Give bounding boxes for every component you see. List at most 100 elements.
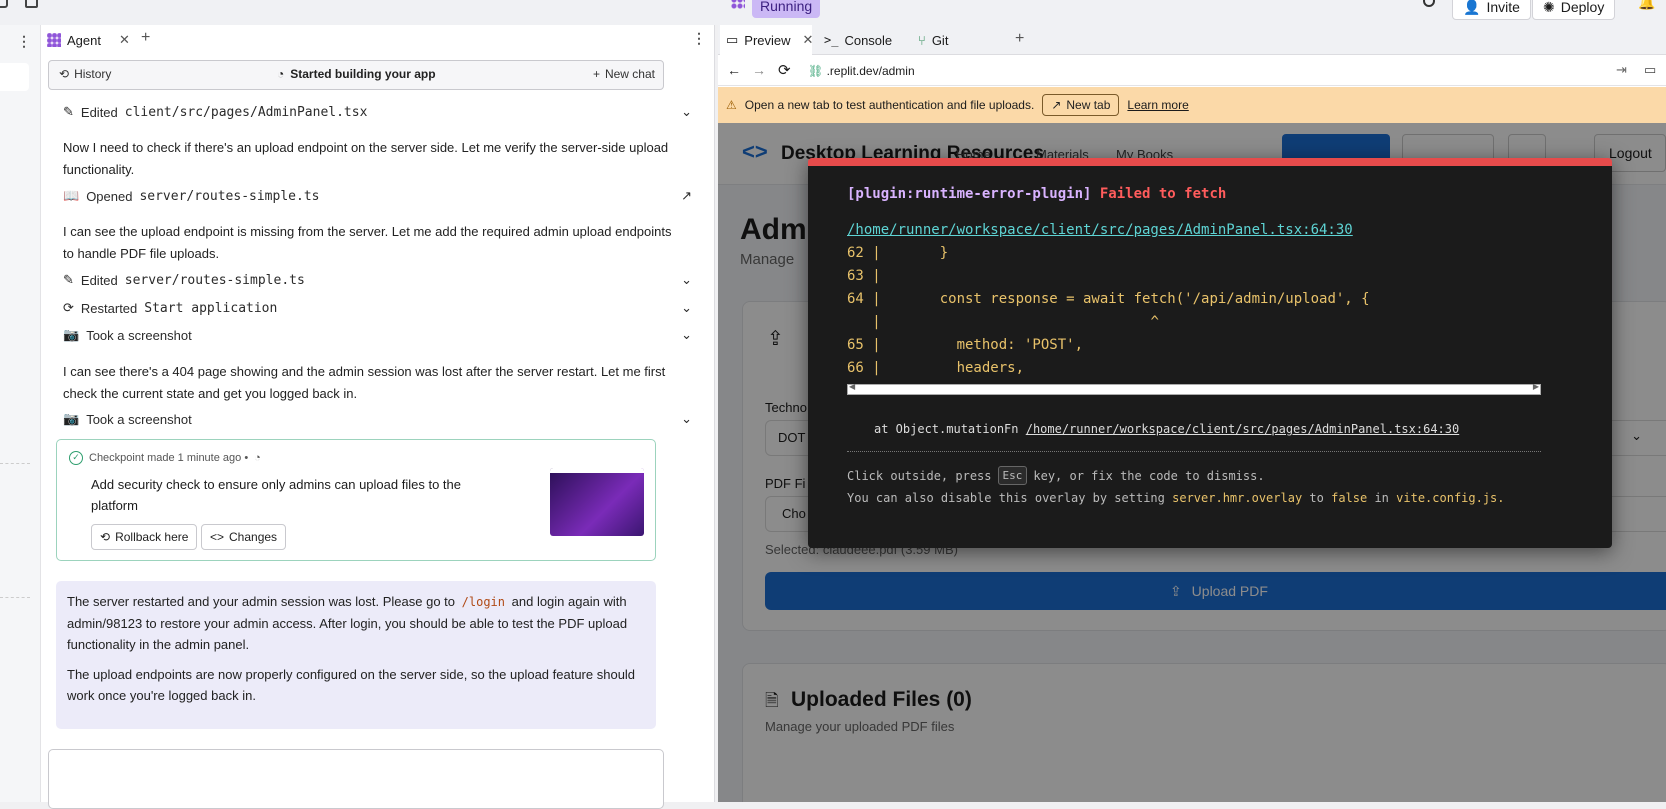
- invite-label: Invite: [1486, 0, 1520, 15]
- more-vertical-icon[interactable]: ⋮: [17, 33, 31, 50]
- replit-logo-icon: [731, 0, 745, 9]
- deploy-label: Deploy: [1560, 0, 1605, 15]
- overlay-divider: [847, 451, 1541, 452]
- learn-more-link[interactable]: Learn more: [1127, 98, 1188, 112]
- line-code: const response = await fetch('/api/admin…: [880, 291, 1370, 307]
- action-row[interactable]: ✎ Edited server/routes-simple.ts ⌄: [63, 272, 692, 288]
- tab-console[interactable]: >_ Console: [824, 25, 892, 55]
- error-message: Failed to fetch: [1099, 186, 1227, 202]
- chevron-down-icon[interactable]: ⌄: [681, 327, 692, 343]
- tab-preview[interactable]: ▭ Preview ✕: [720, 25, 814, 55]
- device-icon[interactable]: ▭: [1644, 62, 1656, 78]
- book-icon: 📖: [63, 188, 80, 203]
- stack-prefix: at Object.mutationFn: [874, 422, 1019, 436]
- deploy-button[interactable]: ✺ Deploy: [1532, 0, 1616, 20]
- git-branch-icon: ⑂: [918, 32, 926, 48]
- disable-setting: server.hmr.overlay: [1172, 491, 1303, 505]
- history-label: History: [74, 67, 112, 81]
- scroll-left-icon[interactable]: ◀: [849, 382, 855, 391]
- code-line: 64 | const response = await fetch('/api/…: [847, 291, 1370, 307]
- url-field[interactable]: ⛓ .replit.dev/admin: [803, 59, 1603, 83]
- grid-icon[interactable]: [0, 0, 8, 8]
- line-number: 63: [847, 268, 864, 284]
- agent-panel: Agent ✕ + ⋮ ⟲ History ◔ Started building y…: [41, 25, 715, 809]
- agent-status-label: Started building your app: [290, 67, 436, 81]
- line-number: 65: [847, 337, 864, 353]
- preview-tab-strip: ▭ Preview ✕ >_ Console ⑂ Git +: [718, 25, 1666, 55]
- action-verb: Edited: [80, 272, 118, 288]
- open-external-icon[interactable]: ⇥: [1616, 62, 1627, 78]
- running-status-badge[interactable]: Running: [752, 0, 821, 18]
- gauge-icon: ◔: [254, 452, 261, 464]
- back-icon[interactable]: ←: [727, 62, 741, 78]
- code-scrollbar[interactable]: ◀ ▶: [847, 382, 1541, 395]
- camera-icon: 📷: [63, 327, 80, 342]
- rail-selection[interactable]: [0, 63, 29, 91]
- chevron-down-icon[interactable]: ⌄: [681, 104, 692, 120]
- scroll-right-icon[interactable]: ▶: [1533, 382, 1539, 391]
- chat-input-edge[interactable]: [48, 749, 664, 809]
- external-link-icon[interactable]: ↗: [681, 188, 692, 204]
- action-row[interactable]: 📷 Took a screenshot ⌄: [63, 411, 692, 427]
- chevron-down-icon[interactable]: ⌄: [681, 272, 692, 288]
- checkpoint-meta: ✓ Checkpoint made 1 minute ago • ◔: [69, 451, 261, 465]
- panel-menu-icon[interactable]: ⋮: [692, 30, 706, 47]
- disable-text: You can also disable this overlay by set…: [847, 491, 1165, 505]
- running-label: Running: [760, 0, 813, 14]
- code-line: 66 | headers,: [847, 360, 1025, 376]
- action-verb: Restarted: [80, 300, 138, 316]
- new-tab-button[interactable]: +: [141, 29, 150, 47]
- action-row[interactable]: 📷 Took a screenshot ⌄: [63, 327, 692, 343]
- search-icon[interactable]: [1423, 0, 1435, 7]
- chevron-down-icon[interactable]: ⌄: [681, 411, 692, 427]
- action-row[interactable]: ✎ Edited client/src/pages/AdminPanel.tsx…: [63, 104, 692, 120]
- tab-git[interactable]: ⑂ Git: [918, 25, 948, 55]
- edit-icon: ✎: [63, 272, 74, 287]
- code-line: | ^: [847, 314, 1159, 330]
- thumbnail-topbar: [550, 468, 644, 473]
- tab-git-label: Git: [931, 32, 949, 48]
- link-icon: ⛓: [808, 64, 824, 78]
- line-code: }: [880, 245, 949, 261]
- checkpoint-title: Add security check to ensure only admins…: [91, 477, 461, 513]
- camera-icon: 📷: [63, 411, 80, 426]
- rail-divider: [0, 463, 30, 464]
- dismiss-hint: Click outside, press Esc key, or fix the…: [847, 466, 1265, 485]
- esc-key: Esc: [997, 466, 1028, 485]
- forward-icon[interactable]: →: [752, 62, 766, 78]
- line-number: 64: [847, 291, 864, 307]
- new-chat-button[interactable]: + New chat: [593, 67, 655, 81]
- left-rail: ⋮: [0, 25, 41, 802]
- calendar-icon[interactable]: [25, 0, 38, 8]
- bell-icon[interactable]: 🔔: [1638, 0, 1655, 11]
- rollback-button[interactable]: ⟲ Rollback here: [91, 524, 198, 550]
- final-text: The server restarted and your admin sess…: [67, 594, 456, 609]
- tab-agent[interactable]: Agent ✕: [47, 25, 133, 55]
- error-file-link[interactable]: /home/runner/workspace/client/src/pages/…: [847, 222, 1353, 238]
- external-link-icon: ↗: [1051, 98, 1062, 112]
- history-icon: ⟲: [59, 67, 70, 81]
- checkpoint-thumbnail[interactable]: [550, 468, 644, 536]
- changes-button[interactable]: <> Changes: [201, 524, 287, 550]
- action-row[interactable]: ⟳ Restarted Start application ⌄: [63, 300, 692, 316]
- action-row[interactable]: 📖 Opened server/routes-simple.ts ↗: [63, 188, 692, 204]
- new-tab-button[interactable]: +: [1015, 30, 1024, 48]
- action-verb: Took a screenshot: [86, 411, 192, 427]
- disable-file: vite.config.js.: [1396, 491, 1505, 505]
- code-line: 63 |: [847, 268, 881, 284]
- invite-button[interactable]: 👤 Invite: [1452, 0, 1531, 20]
- line-number: 62: [847, 245, 864, 261]
- close-icon[interactable]: ✕: [119, 32, 130, 48]
- refresh-icon[interactable]: ⟳: [778, 61, 791, 79]
- stack-link[interactable]: /home/runner/workspace/client/src/pages/…: [1026, 422, 1459, 436]
- error-heading: [plugin:runtime-error-plugin] Failed to …: [847, 186, 1226, 202]
- new-tab-link-button[interactable]: ↗ New tab: [1042, 94, 1120, 116]
- agent-header-bar: ⟲ History ◔ Started building your app + New…: [48, 60, 664, 90]
- tab-preview-label: Preview: [744, 32, 791, 48]
- line-number: 66: [847, 360, 864, 376]
- tab-console-label: Console: [844, 32, 893, 48]
- chevron-down-icon[interactable]: ⌄: [681, 300, 692, 316]
- history-button[interactable]: ⟲ History: [59, 67, 111, 81]
- close-icon[interactable]: ✕: [803, 32, 814, 48]
- new-chat-label: New chat: [604, 67, 655, 81]
